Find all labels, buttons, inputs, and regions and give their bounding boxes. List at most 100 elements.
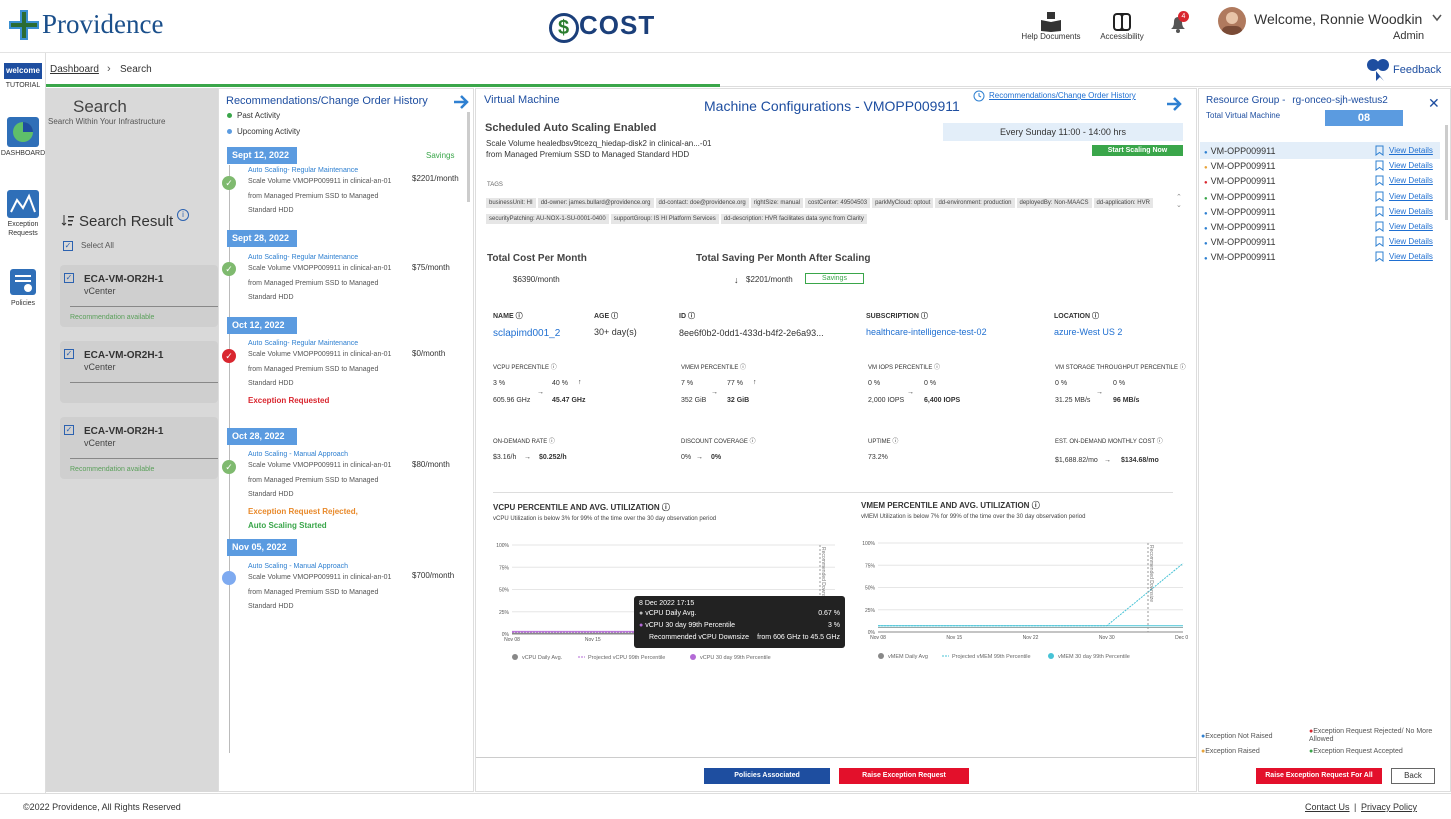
legend-marker: [1048, 653, 1054, 659]
info-icon[interactable]: ⓘ: [750, 439, 756, 445]
vm-list-item[interactable]: ● VM-OPP009911: [1204, 192, 1276, 202]
info-icon[interactable]: ⓘ: [551, 365, 557, 371]
breadcrumb-dashboard-link[interactable]: Dashboard: [50, 64, 99, 75]
close-icon[interactable]: ✕: [1428, 95, 1440, 112]
document-icon[interactable]: [1375, 145, 1384, 158]
card-checkbox[interactable]: ✓: [64, 273, 74, 283]
view-details-link[interactable]: View Details: [1389, 237, 1433, 246]
entry-status: Exception Requested: [248, 395, 330, 405]
back-button[interactable]: Back: [1391, 768, 1435, 784]
vm-list-item[interactable]: ● VM-OPP009911: [1204, 176, 1276, 186]
help-documents-button[interactable]: Help Documents: [1018, 12, 1084, 41]
document-icon[interactable]: [1375, 251, 1384, 264]
info-icon[interactable]: ⓘ: [1157, 439, 1163, 445]
timeline-entry[interactable]: Auto Scaling - Manual Approach Scale Vol…: [248, 450, 391, 534]
notification-bell-icon[interactable]: 4: [1168, 11, 1189, 34]
location-link[interactable]: azure-West US 2: [1054, 327, 1122, 337]
info-icon[interactable]: ⓘ: [549, 439, 555, 445]
info-icon[interactable]: ⓘ: [921, 313, 928, 320]
entry-line: from Managed Premium SSD to Managed: [248, 365, 379, 373]
info-icon[interactable]: ⓘ: [662, 503, 670, 512]
arrow-right-icon[interactable]: [1166, 96, 1182, 114]
entry-line: Scale Volume VMOPP009911 in clinical-an-…: [248, 265, 392, 272]
chevron-down-icon[interactable]: [1432, 14, 1442, 24]
search-result-card[interactable]: ✓ ECA-VM-OR2H-1 vCenter Recommendation a…: [60, 417, 218, 479]
accessibility-button[interactable]: Accessibility: [1094, 12, 1150, 41]
privacy-link[interactable]: Privacy Policy: [1361, 802, 1417, 812]
tooltip-label: vCPU 30 day 99th Percentile: [645, 622, 736, 629]
document-icon[interactable]: [1375, 206, 1384, 219]
timeline-entry[interactable]: Auto Scaling- Regular Maintenance Scale …: [248, 253, 391, 306]
vmem-current: 7 %: [681, 380, 694, 387]
legend-item: ●Exception Raised: [1201, 748, 1260, 755]
timeline-entry[interactable]: Auto Scaling - Manual Approach Scale Vol…: [248, 562, 391, 615]
vm-item-name: VM-OPP009911: [1210, 161, 1276, 172]
arrow-right-icon[interactable]: [453, 94, 469, 112]
contact-link[interactable]: Contact Us: [1305, 802, 1350, 812]
info-icon[interactable]: i: [177, 209, 189, 221]
vm-name-link[interactable]: sclapimd001_2: [493, 328, 560, 339]
card-checkbox[interactable]: ✓: [64, 349, 74, 359]
sidebar-item-policies[interactable]: Policies: [0, 269, 46, 307]
on-demand-label: ON-DEMAND RATE ⓘ: [493, 436, 555, 445]
history-link[interactable]: Recommendations/Change Order History: [989, 91, 1136, 100]
user-avatar[interactable]: [1218, 7, 1246, 35]
tags-scroll-chevrons-icon[interactable]: ⌃ ⌄: [1176, 194, 1182, 210]
vmem-chart-title: VMEM PERCENTILE AND AVG. UTILIZATION ⓘ: [861, 500, 1040, 511]
document-icon[interactable]: [1375, 175, 1384, 188]
subscription-link[interactable]: healthcare-intelligence-test-02: [866, 327, 987, 337]
view-details-link[interactable]: View Details: [1389, 222, 1433, 231]
view-details-link[interactable]: View Details: [1389, 161, 1433, 170]
x-tick-label: Dec 08: [1175, 635, 1188, 641]
sort-icon[interactable]: [61, 213, 75, 229]
search-result-card[interactable]: ✓ ECA-VM-OR2H-1 vCenter: [60, 341, 218, 403]
info-icon[interactable]: ⓘ: [1032, 501, 1040, 510]
vm-list-item[interactable]: ● VM-OPP009911: [1204, 222, 1276, 232]
vm-list-item[interactable]: ● VM-OPP009911: [1204, 146, 1276, 156]
vcpu-chart-subtitle: vCPU Utilization is below 3% for 99% of …: [493, 516, 717, 522]
history-scrollbar[interactable]: [467, 112, 470, 202]
vm-list-item[interactable]: ● VM-OPP009911: [1204, 161, 1276, 171]
info-icon[interactable]: ⓘ: [516, 313, 523, 320]
feedback-link[interactable]: Feedback: [1393, 64, 1441, 76]
document-icon[interactable]: [1375, 236, 1384, 249]
document-icon[interactable]: [1375, 221, 1384, 234]
select-all-checkbox[interactable]: ✓: [63, 240, 73, 251]
vm-list-item[interactable]: ● VM-OPP009911: [1204, 252, 1276, 262]
timeline-entry[interactable]: Auto Scaling- Regular Maintenance Scale …: [248, 166, 391, 219]
card-checkbox[interactable]: ✓: [64, 425, 74, 435]
providence-logo[interactable]: Providence: [42, 9, 163, 40]
sidebar-item-exception-requests[interactable]: Exception Requests: [0, 190, 46, 238]
info-icon[interactable]: ⓘ: [892, 439, 898, 445]
raise-exception-all-button[interactable]: Raise Exception Request For All: [1256, 768, 1382, 784]
policies-associated-button[interactable]: Policies Associated: [704, 768, 830, 784]
sidebar-item-dashboard[interactable]: DASHBOARD: [0, 117, 46, 157]
view-details-link[interactable]: View Details: [1389, 252, 1433, 261]
document-icon[interactable]: [1375, 160, 1384, 173]
info-icon[interactable]: ⓘ: [1180, 365, 1186, 371]
total-cost-label: Total Cost Per Month: [487, 253, 587, 264]
vm-list-item[interactable]: ● VM-OPP009911: [1204, 207, 1276, 217]
start-scaling-button[interactable]: Start Scaling Now: [1092, 145, 1183, 156]
view-details-link[interactable]: View Details: [1389, 207, 1433, 216]
raise-exception-button[interactable]: Raise Exception Request: [839, 768, 969, 784]
info-icon[interactable]: ⓘ: [740, 365, 746, 371]
view-details-link[interactable]: View Details: [1389, 146, 1433, 155]
tag: parkMyCloud: optout: [872, 198, 934, 208]
info-icon[interactable]: ⓘ: [688, 313, 695, 320]
info-icon[interactable]: ⓘ: [611, 313, 618, 320]
discount-current: 0%: [681, 454, 692, 461]
card-divider: [70, 306, 218, 307]
feedback-icon[interactable]: [1366, 57, 1390, 83]
view-details-link[interactable]: View Details: [1389, 192, 1433, 201]
resource-scrollbar[interactable]: [1445, 125, 1448, 220]
view-details-link[interactable]: View Details: [1389, 176, 1433, 185]
entry-line: Standard HDD: [248, 491, 294, 498]
document-icon[interactable]: [1375, 191, 1384, 204]
sidebar-item-tutorial[interactable]: welcome TUTORIAL: [0, 63, 46, 89]
info-icon[interactable]: ⓘ: [934, 365, 940, 371]
vm-list-item[interactable]: ● VM-OPP009911: [1204, 237, 1276, 247]
info-icon[interactable]: ⓘ: [1092, 313, 1099, 320]
search-result-card[interactable]: ✓ ECA-VM-OR2H-1 vCenter Recommendation a…: [60, 265, 218, 327]
timeline-entry[interactable]: Auto Scaling- Regular Maintenance Scale …: [248, 339, 391, 408]
